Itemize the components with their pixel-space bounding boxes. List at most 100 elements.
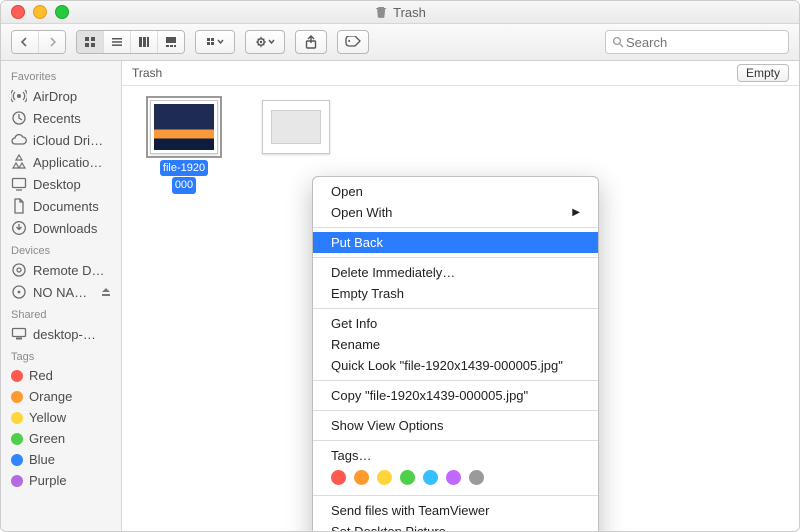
- sidebar-item-label: desktop-…: [33, 327, 96, 342]
- menu-tag-row: [313, 466, 598, 491]
- zoom-window-button[interactable]: [55, 5, 69, 19]
- search-field[interactable]: [605, 30, 789, 54]
- file-thumbnail: [150, 100, 218, 154]
- sidebar-heading-shared: Shared: [1, 303, 121, 323]
- sidebar-item-label: Blue: [29, 452, 55, 467]
- tags-button[interactable]: [337, 30, 369, 54]
- menu-separator: [313, 257, 598, 258]
- menu-item[interactable]: Tags…: [313, 445, 598, 466]
- back-button[interactable]: [12, 31, 39, 53]
- menu-item-label: Get Info: [331, 316, 377, 331]
- menu-item-label: Put Back: [331, 235, 383, 250]
- icloud-icon: [11, 132, 27, 148]
- sidebar-item-label: Yellow: [29, 410, 66, 425]
- location-label: Trash: [132, 66, 162, 80]
- sidebar-tag-purple[interactable]: Purple: [1, 470, 121, 491]
- tag-color-swatch[interactable]: [354, 470, 369, 485]
- menu-item[interactable]: Quick Look "file-1920x1439-000005.jpg": [313, 355, 598, 376]
- sidebar-item-mac[interactable]: desktop-…: [1, 323, 121, 345]
- action-button[interactable]: [245, 30, 285, 54]
- menu-item-label: Set Desktop Picture: [331, 524, 446, 532]
- menu-item[interactable]: Show View Options: [313, 415, 598, 436]
- list-view-button[interactable]: [104, 31, 131, 53]
- menu-item[interactable]: Send files with TeamViewer: [313, 500, 598, 521]
- sidebar-item-label: Green: [29, 431, 65, 446]
- sidebar-item-label: Desktop: [33, 177, 81, 192]
- menu-item-label: Copy "file-1920x1439-000005.jpg": [331, 388, 528, 403]
- menu-separator: [313, 308, 598, 309]
- sidebar-item-documents[interactable]: Documents: [1, 195, 121, 217]
- mac-icon: [11, 326, 27, 342]
- search-input[interactable]: [624, 34, 782, 51]
- file-name-label: 000: [172, 177, 196, 193]
- tag-color-swatch[interactable]: [400, 470, 415, 485]
- sidebar-item-icloud[interactable]: iCloud Dri…: [1, 129, 121, 151]
- menu-separator: [313, 495, 598, 496]
- gallery-view-button[interactable]: [158, 31, 184, 53]
- file-thumbnail: [262, 100, 330, 154]
- icon-view-button[interactable]: [77, 31, 104, 53]
- menu-item-label: Delete Immediately…: [331, 265, 455, 280]
- sidebar-item-recents[interactable]: Recents: [1, 107, 121, 129]
- column-view-button[interactable]: [131, 31, 158, 53]
- sidebar-item-label: Purple: [29, 473, 67, 488]
- documents-icon: [11, 198, 27, 214]
- menu-item-label: Open With: [331, 205, 392, 220]
- close-window-button[interactable]: [11, 5, 25, 19]
- nav-buttons: [11, 30, 66, 54]
- sidebar-item-downloads[interactable]: Downloads: [1, 217, 121, 239]
- menu-item[interactable]: Copy "file-1920x1439-000005.jpg": [313, 385, 598, 406]
- menu-separator: [313, 440, 598, 441]
- forward-button[interactable]: [39, 31, 65, 53]
- sidebar-heading-tags: Tags: [1, 345, 121, 365]
- arrange-button[interactable]: [196, 31, 234, 53]
- sidebar-item-apps[interactable]: Applicatio…: [1, 151, 121, 173]
- menu-item-label: Rename: [331, 337, 380, 352]
- eject-icon[interactable]: [101, 287, 111, 297]
- menu-item[interactable]: Delete Immediately…: [313, 262, 598, 283]
- menu-item[interactable]: Set Desktop Picture: [313, 521, 598, 532]
- file-item[interactable]: file-1920000: [140, 100, 228, 194]
- menu-item-label: Empty Trash: [331, 286, 404, 301]
- minimize-window-button[interactable]: [33, 5, 47, 19]
- disc-icon: [11, 284, 27, 300]
- sidebar-tag-red[interactable]: Red: [1, 365, 121, 386]
- tag-color-swatch[interactable]: [331, 470, 346, 485]
- menu-item[interactable]: Rename: [313, 334, 598, 355]
- file-grid[interactable]: file-1920000 OpenOpen With▶ Put Back Delet…: [122, 86, 799, 532]
- menu-item[interactable]: Put Back: [313, 232, 598, 253]
- tag-color-swatch[interactable]: [377, 470, 392, 485]
- menu-item[interactable]: Empty Trash: [313, 283, 598, 304]
- sidebar-item-desktop[interactable]: Desktop: [1, 173, 121, 195]
- menu-item[interactable]: Open With▶: [313, 202, 598, 223]
- window-title: Trash: [374, 5, 426, 20]
- sidebar-item-label: Recents: [33, 111, 81, 126]
- menu-item[interactable]: Open: [313, 181, 598, 202]
- context-menu: OpenOpen With▶ Put Back Delete Immediately…: [312, 176, 599, 532]
- sidebar-item-label: Documents: [33, 199, 99, 214]
- tag-color-swatch[interactable]: [469, 470, 484, 485]
- menu-item[interactable]: Get Info: [313, 313, 598, 334]
- empty-trash-button[interactable]: Empty: [737, 64, 789, 82]
- tag-color-swatch[interactable]: [446, 470, 461, 485]
- sidebar-item-label: iCloud Dri…: [33, 133, 103, 148]
- titlebar: Trash: [1, 1, 799, 24]
- sidebar-item-disc[interactable]: NO NA…: [1, 281, 121, 303]
- sidebar: Favorites AirDropRecentsiCloud Dri…Appli…: [1, 61, 122, 532]
- finder-window: Trash Favorites AirDropRecentsiCloud Dri…: [0, 0, 800, 532]
- sidebar-tag-green[interactable]: Green: [1, 428, 121, 449]
- sidebar-item-remote[interactable]: Remote D…: [1, 259, 121, 281]
- sidebar-item-label: Downloads: [33, 221, 97, 236]
- window-title-text: Trash: [393, 5, 426, 20]
- sidebar-item-airdrop[interactable]: AirDrop: [1, 85, 121, 107]
- arrange-group: [195, 30, 235, 54]
- sidebar-tag-blue[interactable]: Blue: [1, 449, 121, 470]
- share-button[interactable]: [295, 30, 327, 54]
- tag-color-swatch[interactable]: [423, 470, 438, 485]
- sidebar-item-label: NO NA…: [33, 285, 87, 300]
- sidebar-tag-yellow[interactable]: Yellow: [1, 407, 121, 428]
- tag-dot-icon: [11, 433, 23, 445]
- sidebar-tag-orange[interactable]: Orange: [1, 386, 121, 407]
- file-item[interactable]: [252, 100, 340, 154]
- menu-item-label: Send files with TeamViewer: [331, 503, 490, 518]
